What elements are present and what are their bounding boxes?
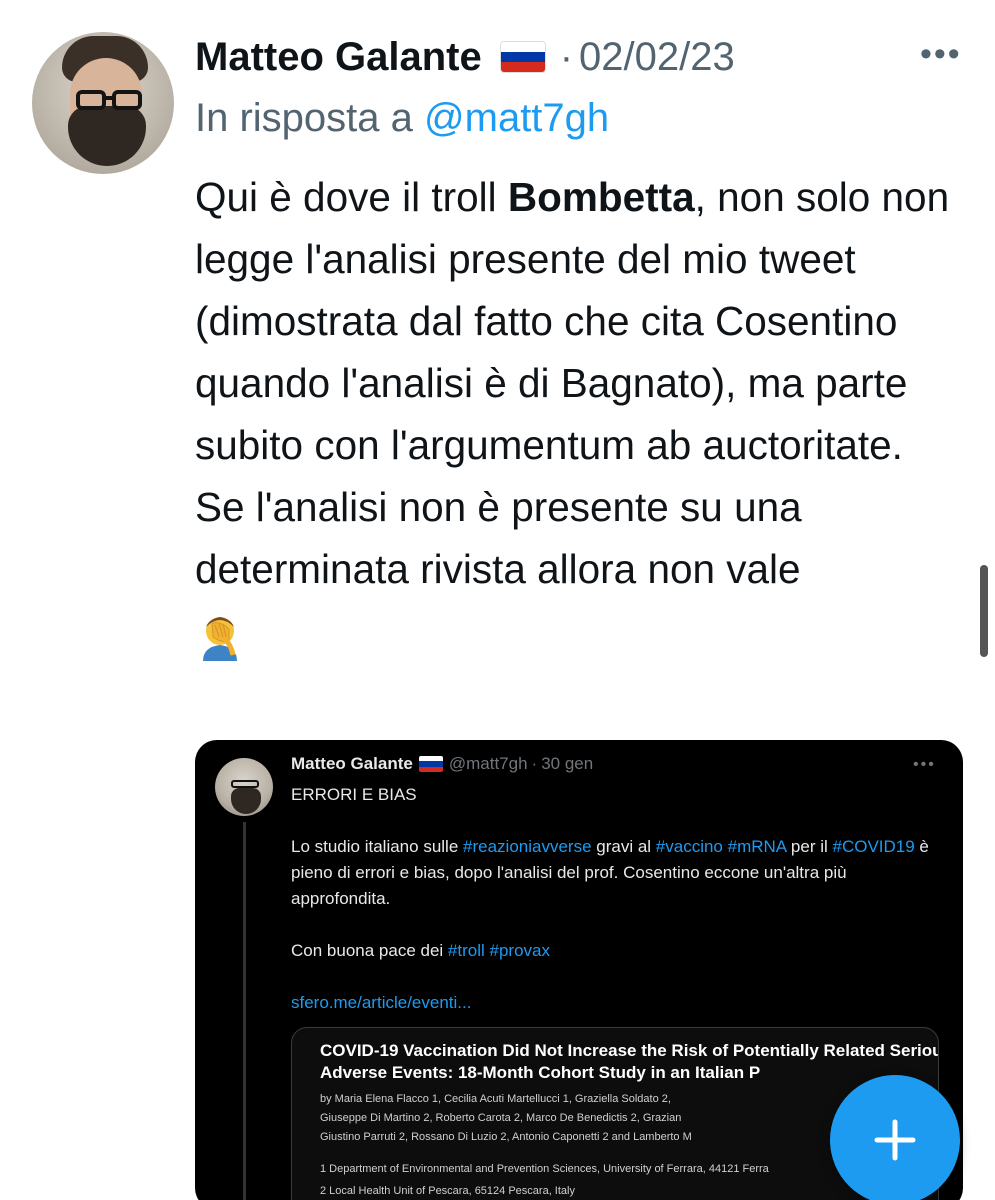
avatar-glasses-right	[112, 90, 142, 110]
quoted-avatar-beard	[231, 788, 261, 814]
tweet-text-part-1: Qui è dove il troll	[195, 174, 508, 220]
quoted-author-name: Matteo Galante	[291, 754, 413, 773]
russia-flag-icon	[499, 41, 546, 73]
quoted-p2-text-b: gravi al	[591, 837, 656, 856]
quoted-header: Matteo Galante @matt7gh · 30 gen	[291, 754, 593, 774]
tweet-text-part-3: Se l'analisi non è presente su una deter…	[195, 484, 802, 592]
author-avatar[interactable]	[32, 32, 174, 174]
reply-prefix: In risposta a	[195, 96, 413, 140]
hashtag-covid19: #COVID19	[832, 837, 915, 856]
tweet-header: Matteo Galante · 02/02/23	[195, 30, 935, 84]
reply-context: In risposta a @matt7gh	[195, 96, 609, 141]
quoted-link: sfero.me/article/eventi...	[291, 993, 472, 1012]
quoted-handle: @matt7gh	[448, 754, 528, 773]
quoted-paragraph-3: Con buona pace dei #troll #provax	[291, 938, 941, 964]
avatar-glasses-bridge	[104, 96, 114, 100]
plus-icon	[874, 1119, 916, 1161]
tweet-date[interactable]: 02/02/23	[579, 35, 735, 80]
hashtag-troll: #troll	[447, 941, 485, 960]
tweet-text-bold: Bombetta	[507, 174, 695, 220]
hashtag-mrna: #mRNA	[727, 837, 787, 856]
compose-tweet-button[interactable]	[830, 1075, 960, 1200]
thread-line	[243, 822, 246, 1200]
quoted-paragraph-2: Lo studio italiano sulle #reazioniavvers…	[291, 834, 941, 912]
quoted-separator: ·	[531, 754, 538, 773]
avatar-glasses-left	[76, 90, 106, 110]
quoted-text: ERRORI E BIAS Lo studio italiano sulle #…	[291, 782, 941, 1042]
quoted-author-avatar	[215, 758, 273, 816]
header-separator: ·	[559, 34, 574, 79]
quoted-p3-text: Con buona pace dei	[291, 941, 448, 960]
scrollbar[interactable]	[980, 565, 988, 657]
quoted-line-1: ERRORI E BIAS	[291, 785, 417, 804]
quoted-russia-flag-icon	[418, 756, 443, 772]
more-horizontal-icon[interactable]: •••	[920, 37, 962, 71]
quoted-p2-text-a: Lo studio italiano sulle	[291, 837, 464, 856]
quoted-more-icon: •••	[913, 756, 936, 773]
author-name[interactable]: Matteo Galante	[195, 35, 482, 80]
reply-handle-link[interactable]: @matt7gh	[424, 96, 609, 140]
hashtag-provax: #provax	[489, 941, 550, 960]
hashtag-reazioniavverse: #reazioniavverse	[463, 837, 592, 856]
quoted-avatar-glasses	[231, 780, 259, 788]
tweet-text: Qui è dove il troll Bombetta, non solo n…	[195, 166, 965, 662]
quoted-date: 30 gen	[541, 754, 594, 773]
quoted-p2-text-c: per il	[786, 837, 833, 856]
avatar-beard	[68, 106, 146, 166]
facepalm-emoji-icon	[203, 617, 237, 662]
hashtag-vaccino: #vaccino	[655, 837, 723, 856]
article-title: COVID-19 Vaccination Did Not Increase th…	[320, 1041, 939, 1082]
